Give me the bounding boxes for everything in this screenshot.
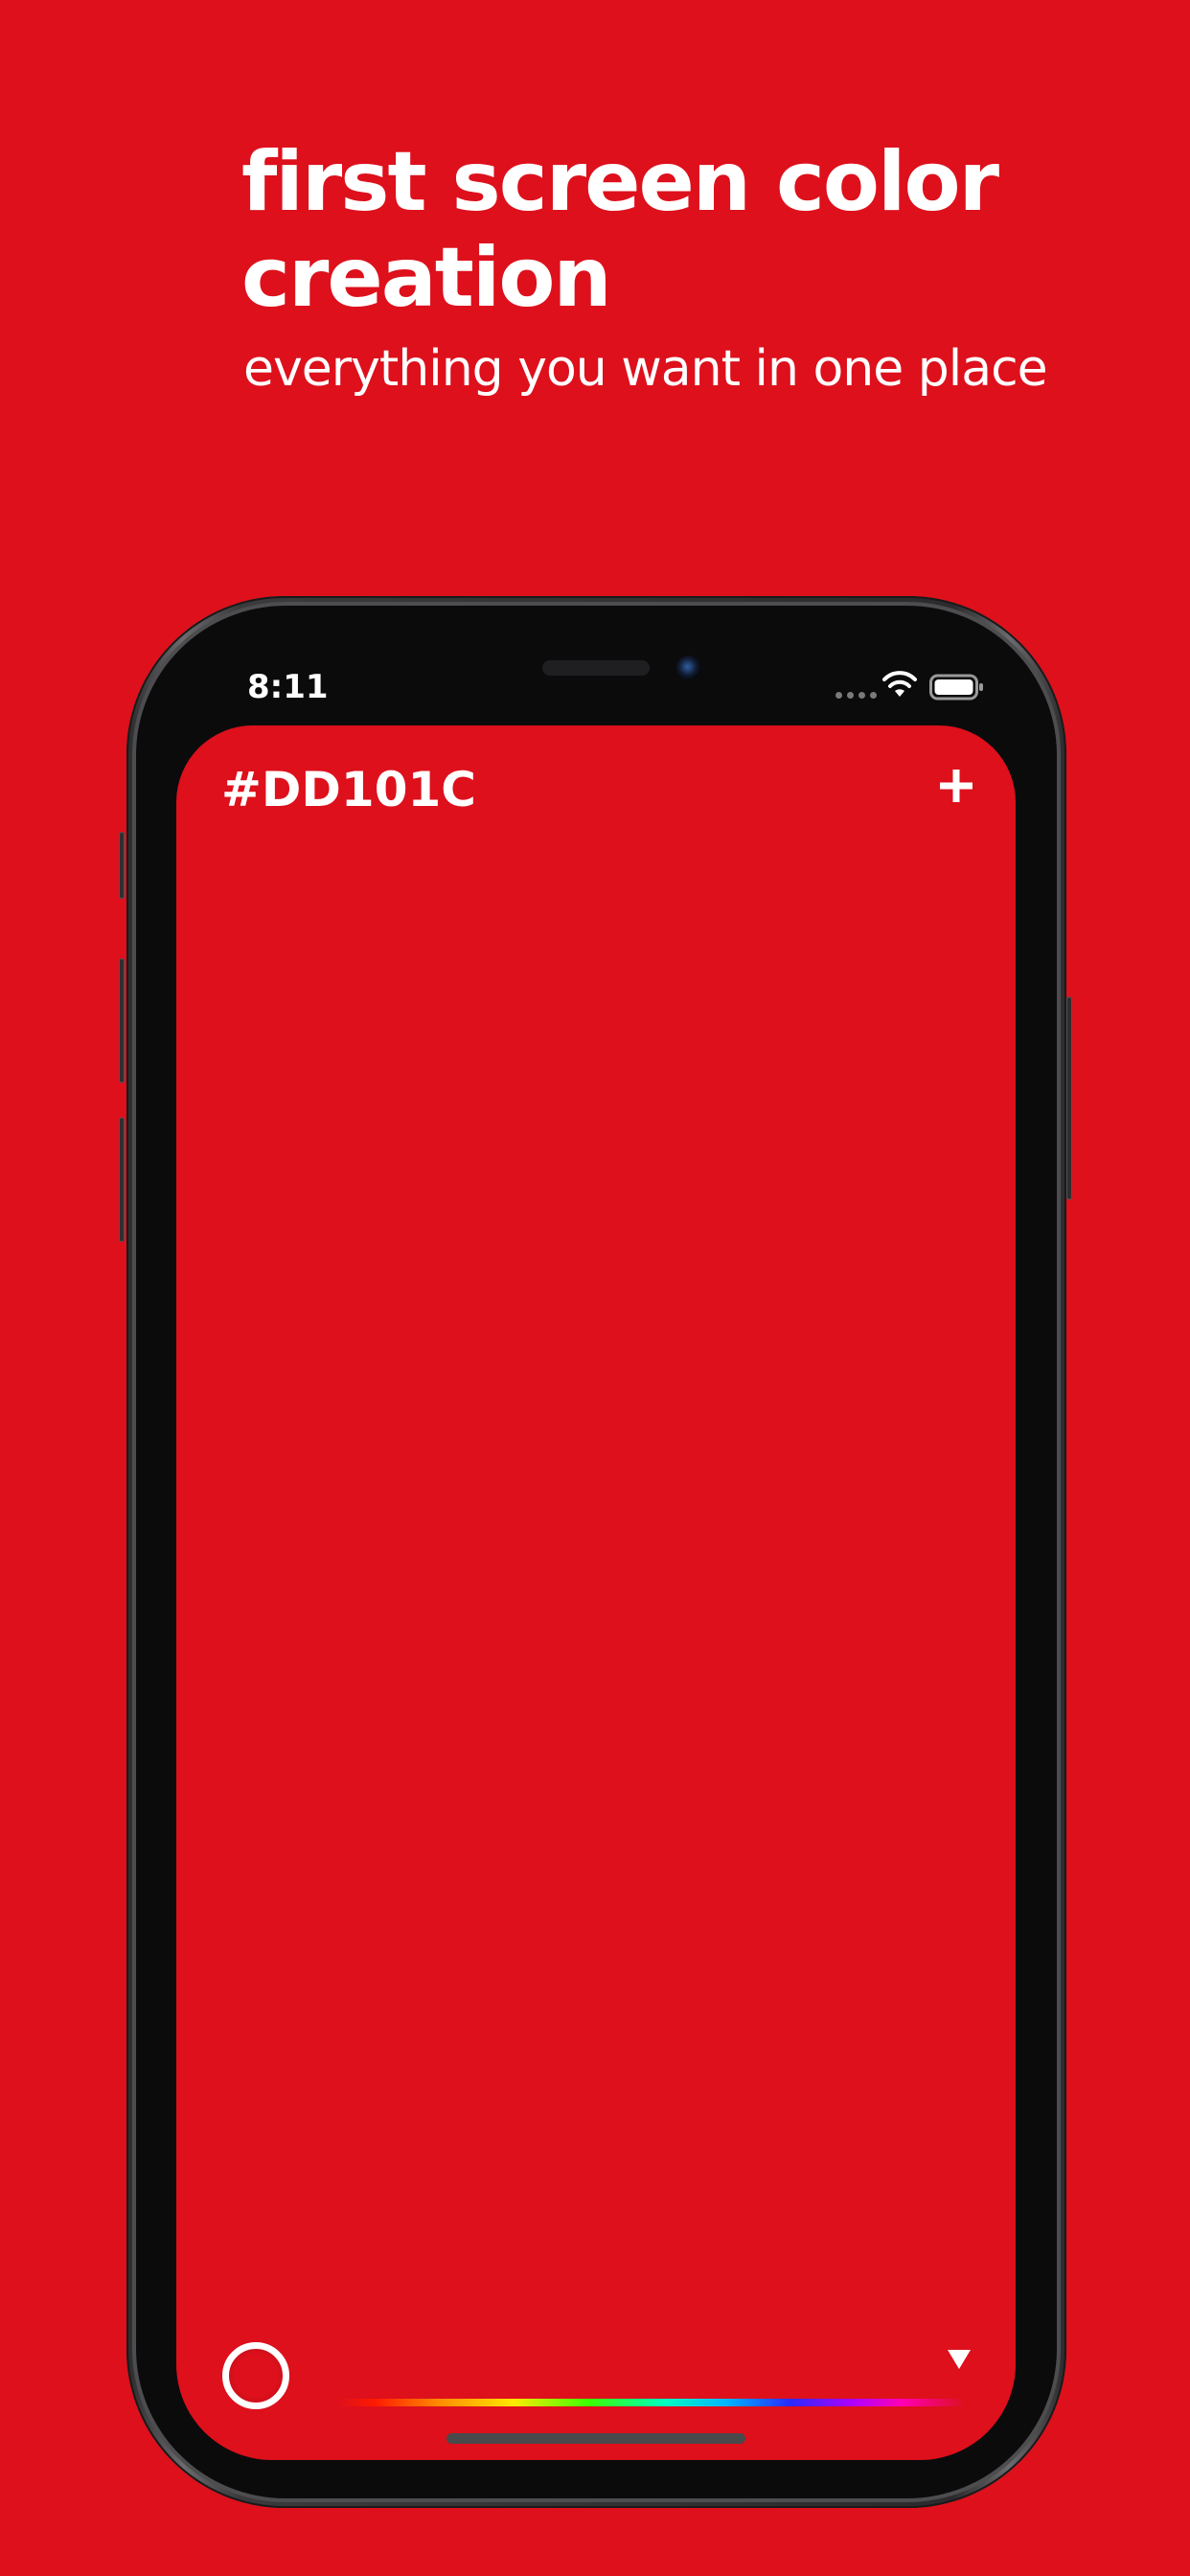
subheadline: everything you want in one place xyxy=(243,340,1048,398)
add-button[interactable] xyxy=(927,757,985,815)
home-indicator[interactable] xyxy=(446,2433,745,2444)
wifi-icon xyxy=(882,671,917,697)
color-swatch-button[interactable] xyxy=(222,2342,289,2409)
cellular-signal-icon xyxy=(835,692,877,699)
plus-icon xyxy=(940,770,973,802)
front-camera-icon xyxy=(676,656,701,680)
hex-color-label[interactable]: #DD101C xyxy=(221,761,476,818)
volume-up-button xyxy=(119,958,125,1083)
color-screen: #DD101C xyxy=(176,725,1016,2460)
mute-switch xyxy=(119,832,125,899)
power-button xyxy=(1066,997,1072,1200)
triangle-down-icon[interactable] xyxy=(946,2348,973,2371)
headline: first screen color creation xyxy=(241,134,999,326)
hue-slider[interactable] xyxy=(337,2399,966,2406)
status-time: 8:11 xyxy=(247,668,329,706)
volume-down-button xyxy=(119,1117,125,1242)
battery-icon xyxy=(929,674,983,701)
earpiece-speaker xyxy=(542,660,650,676)
